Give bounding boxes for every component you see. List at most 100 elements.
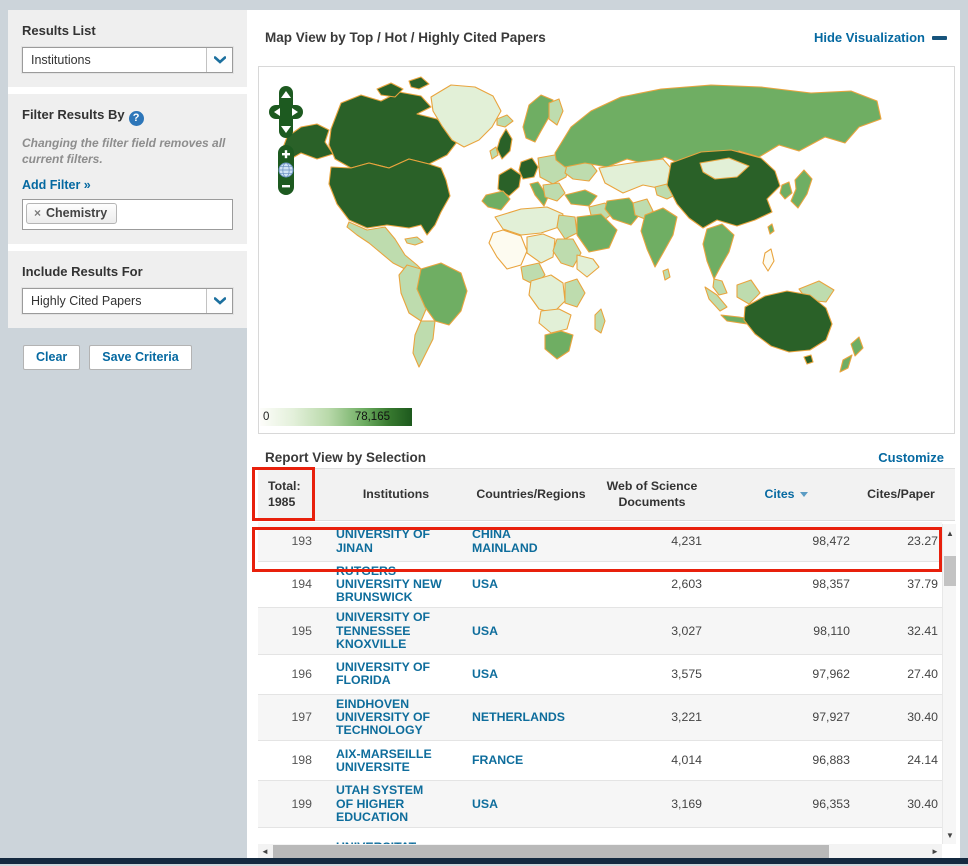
row-cites-per-paper: 37.79 <box>907 577 938 592</box>
map-region-india <box>640 207 678 268</box>
institution-link[interactable]: UNIVERSITY OF JINAN <box>336 528 442 554</box>
sidebar-actions: Clear Save Criteria <box>8 344 247 370</box>
map-region-japan <box>790 169 813 209</box>
column-header-cites-per-paper[interactable]: Cites/Paper <box>860 469 942 520</box>
row-cites-per-paper: 30.40 <box>907 710 938 725</box>
table-vertical-scrollbar[interactable]: ▲ ▼ <box>942 524 956 844</box>
world-map-visualization: 0 78,165 <box>258 66 955 434</box>
row-institution[interactable]: EINDHOVEN UNIVERSITY OF TECHNOLOGY <box>322 697 470 737</box>
table-row: 198 AIX-MARSEILLE UNIVERSITE FRANCE 4,014 96… <box>258 741 942 782</box>
row-cites: 96,883 <box>812 753 850 768</box>
vertical-scroll-thumb[interactable] <box>944 556 956 586</box>
chevron-down-icon[interactable] <box>206 48 232 72</box>
row-cites: 98,110 <box>813 623 850 638</box>
row-documents: 4,231 <box>671 533 702 548</box>
row-institution[interactable]: UNIVERSITY OF JINAN <box>322 528 470 554</box>
save-criteria-button[interactable]: Save Criteria <box>89 344 192 370</box>
collapse-minus-icon <box>932 35 947 40</box>
institution-link[interactable]: RUTGERS UNIVERSITY NEW BRUNSWICK <box>336 564 442 604</box>
row-rank: 197 <box>291 710 312 725</box>
scroll-up-icon[interactable]: ▲ <box>943 526 957 540</box>
row-cites-per-paper: 32.41 <box>907 623 938 638</box>
row-cites: 98,357 <box>812 577 850 592</box>
choropleth-world-map[interactable] <box>259 67 954 433</box>
table-row: 193 UNIVERSITY OF JINAN CHINA MAINLAND 4,23… <box>258 522 942 562</box>
row-documents: 3,575 <box>671 666 702 681</box>
filter-tags-input[interactable]: × Chemistry <box>22 198 233 230</box>
row-cites-per-paper: 23.27 <box>907 533 938 548</box>
filter-sidebar: Results List Institutions Filter Results… <box>8 10 247 370</box>
row-documents: 4,014 <box>671 753 702 768</box>
column-header-cites[interactable]: Cites <box>712 469 860 520</box>
help-icon[interactable]: ? <box>128 110 144 126</box>
institution-link[interactable]: UNIVERSITY OF FLORIDA <box>336 661 442 687</box>
scroll-down-icon[interactable]: ▼ <box>943 828 957 842</box>
map-region-uk <box>496 128 513 160</box>
row-rank: 199 <box>291 796 312 811</box>
table-row: UNIVERSITAT <box>258 828 942 844</box>
include-results-dropdown[interactable]: Highly Cited Papers <box>22 287 233 314</box>
row-country: FRANCE <box>472 753 524 768</box>
column-header-documents[interactable]: Web of Science Documents <box>592 469 712 520</box>
horizontal-scroll-thumb[interactable] <box>273 845 829 858</box>
chevron-down-icon[interactable] <box>206 288 232 313</box>
row-institution[interactable]: UNIVERSITY OF TENNESSEE KNOXVILLE <box>322 611 470 651</box>
row-rank: 198 <box>291 753 312 768</box>
row-cites-per-paper: 27.40 <box>907 666 938 681</box>
map-view-title: Map View by Top / Hot / Highly Cited Pap… <box>265 30 546 45</box>
map-regions[interactable] <box>280 76 882 373</box>
results-list-value: Institutions <box>31 53 91 67</box>
clear-button[interactable]: Clear <box>23 344 81 370</box>
row-cites: 98,472 <box>812 533 850 548</box>
row-cites: 97,962 <box>812 666 850 681</box>
remove-tag-icon[interactable]: × <box>34 206 41 220</box>
filter-note: Changing the filter field removes all cu… <box>22 135 226 166</box>
table-row: 199 UTAH SYSTEM OF HIGHER EDUCATION USA 3,1… <box>258 781 942 828</box>
row-institution[interactable]: UNIVERSITY OF FLORIDA <box>322 661 470 687</box>
row-country: USA <box>472 623 498 638</box>
row-documents: 3,027 <box>671 623 702 638</box>
column-header-countries[interactable]: Countries/Regions <box>470 469 592 520</box>
map-region-new-zealand <box>850 336 864 357</box>
column-header-institutions[interactable]: Institutions <box>322 469 470 520</box>
institution-link[interactable]: AIX-MARSEILLE UNIVERSITE <box>336 747 442 774</box>
report-table-header: Total: 1985 Institutions Countries/Region… <box>258 468 955 521</box>
row-cites-per-paper: 24.14 <box>907 753 938 768</box>
row-rank: 195 <box>291 623 312 638</box>
customize-link[interactable]: Customize <box>878 450 944 465</box>
row-country: USA <box>472 796 498 811</box>
legend-min-value: 0 <box>263 411 270 423</box>
map-region-brazil <box>416 262 468 326</box>
map-zoom-control[interactable] <box>278 145 294 195</box>
institution-link[interactable]: EINDHOVEN UNIVERSITY OF TECHNOLOGY <box>336 697 442 737</box>
row-institution[interactable]: UTAH SYSTEM OF HIGHER EDUCATION <box>322 784 470 824</box>
table-row: 197 EINDHOVEN UNIVERSITY OF TECHNOLOGY NET… <box>258 694 942 742</box>
table-horizontal-scrollbar[interactable]: ◄ ► <box>258 844 942 859</box>
report-table-body: 193 UNIVERSITY OF JINAN CHINA MAINLAND 4,23… <box>258 522 942 844</box>
row-cites-per-paper: 30.40 <box>907 796 938 811</box>
row-country: CHINA MAINLAND <box>472 527 538 555</box>
row-institution[interactable]: RUTGERS UNIVERSITY NEW BRUNSWICK <box>322 564 470 604</box>
scroll-left-icon[interactable]: ◄ <box>258 844 272 859</box>
include-results-section: Include Results For Highly Cited Papers <box>8 250 247 328</box>
results-list-dropdown[interactable]: Institutions <box>22 47 233 73</box>
institution-link[interactable]: UNIVERSITY OF TENNESSEE KNOXVILLE <box>336 611 442 651</box>
row-documents: 3,221 <box>671 710 702 725</box>
include-results-value: Highly Cited Papers <box>31 293 142 308</box>
row-rank: 196 <box>291 666 312 681</box>
row-country: USA <box>472 577 498 592</box>
row-cites: 96,353 <box>812 796 850 811</box>
row-institution[interactable]: AIX-MARSEILLE UNIVERSITE <box>322 747 470 774</box>
map-region-germany <box>518 157 539 180</box>
results-list-label: Results List <box>22 23 96 38</box>
hide-visualization-link[interactable]: Hide Visualization <box>814 30 947 45</box>
filter-tag-chemistry[interactable]: × Chemistry <box>26 202 118 224</box>
table-row: 196 UNIVERSITY OF FLORIDA USA 3,575 97,962 27… <box>258 655 942 695</box>
table-row: 194 RUTGERS UNIVERSITY NEW BRUNSWICK USA 2,… <box>258 562 942 609</box>
row-rank: 194 <box>291 577 312 592</box>
table-row: 195 UNIVERSITY OF TENNESSEE KNOXVILLE USA 3… <box>258 608 942 655</box>
add-filter-link[interactable]: Add Filter » <box>22 178 91 192</box>
bottom-window-bar <box>0 858 968 864</box>
scroll-right-icon[interactable]: ► <box>928 844 942 859</box>
institution-link[interactable]: UTAH SYSTEM OF HIGHER EDUCATION <box>336 784 442 824</box>
